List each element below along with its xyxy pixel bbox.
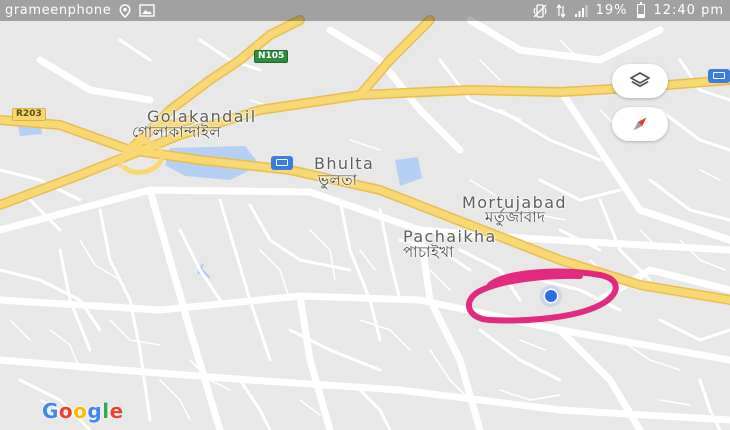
image-icon — [139, 4, 156, 17]
google-logo-letter: l — [102, 399, 110, 423]
compass-icon — [630, 114, 650, 134]
google-logo-letter: o — [58, 399, 74, 423]
google-logo: Google — [42, 399, 124, 423]
status-bar: grameenphone 19% 12:40 pm — [0, 0, 730, 21]
bus-stop-icon[interactable] — [271, 156, 293, 170]
compass-button[interactable] — [612, 107, 668, 141]
signal-icon — [574, 4, 588, 18]
map-app: N105 R203 Golakandail গোলাকান্দাইল Bhult… — [0, 0, 730, 430]
carrier-name: grameenphone — [5, 3, 112, 18]
road-shield-n105: N105 — [254, 50, 289, 63]
map-canvas[interactable] — [0, 0, 730, 430]
clock-time: 12:40 pm — [653, 3, 724, 18]
current-location-dot — [540, 285, 562, 307]
google-logo-letter: o — [73, 399, 88, 423]
location-icon — [119, 3, 131, 18]
layers-icon — [629, 71, 651, 91]
layers-button[interactable] — [612, 64, 668, 98]
bus-stop-icon[interactable] — [708, 69, 730, 83]
road-shield-r203: R203 — [12, 108, 46, 121]
place-label-golakandail-bn[interactable]: গোলাকান্দাইল — [132, 121, 221, 146]
place-label-bhulta-bn[interactable]: ভুলতা — [318, 169, 357, 194]
google-logo-letter: G — [42, 399, 59, 423]
google-logo-letter: g — [87, 399, 103, 423]
place-label-pachaikha-bn[interactable]: পাচাইখা — [403, 241, 454, 266]
battery-percent: 19% — [595, 3, 628, 18]
battery-icon — [637, 1, 646, 18]
google-logo-letter: e — [109, 399, 124, 423]
data-arrows-icon — [556, 3, 566, 19]
vibrate-icon — [532, 3, 548, 19]
